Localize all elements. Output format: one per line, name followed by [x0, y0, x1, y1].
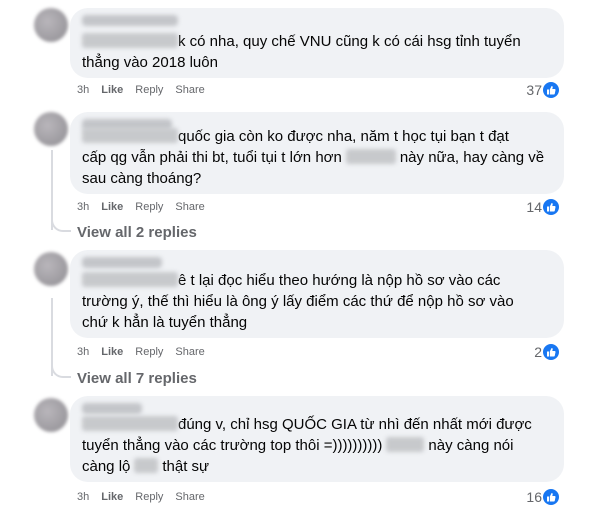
comment-actions: 3h Like Reply Share [77, 491, 217, 503]
reaction-count[interactable]: 37 [526, 82, 559, 98]
comment-bubble: quốc gia còn ko được nha, năm t học tụi … [70, 112, 564, 194]
like-button[interactable]: Like [101, 346, 123, 358]
timestamp[interactable]: 3h [77, 201, 89, 213]
reply-button[interactable]: Reply [135, 84, 163, 96]
avatar[interactable] [34, 252, 68, 286]
share-button[interactable]: Share [175, 491, 204, 503]
blurred-text [82, 33, 178, 48]
blurred-text [386, 437, 425, 452]
blurred-text [82, 416, 178, 431]
reaction-count[interactable]: 16 [526, 489, 559, 505]
comment-bubble: ê t lại đọc hiểu theo hướng là nộp hồ sơ… [70, 250, 564, 338]
author-name-blurred[interactable] [82, 403, 142, 414]
avatar[interactable] [34, 398, 68, 432]
author-name-blurred[interactable] [82, 257, 162, 268]
timestamp[interactable]: 3h [77, 491, 89, 503]
like-icon [543, 199, 559, 215]
like-button[interactable]: Like [101, 84, 123, 96]
share-button[interactable]: Share [175, 346, 204, 358]
blurred-text [82, 128, 178, 143]
thread-curve [51, 364, 71, 378]
like-button[interactable]: Like [101, 201, 123, 213]
blurred-text [82, 272, 178, 287]
reaction-count[interactable]: 14 [526, 199, 559, 215]
like-icon [543, 344, 559, 360]
reply-button[interactable]: Reply [135, 346, 163, 358]
comment-text: ê t lại đọc hiểu theo hướng là nộp hồ sơ… [82, 272, 514, 331]
timestamp[interactable]: 3h [77, 346, 89, 358]
thread-curve [51, 218, 71, 232]
like-icon [543, 489, 559, 505]
comment-actions: 3h Like Reply Share [77, 84, 217, 96]
comment-bubble: đúng v, chỉ hsg QUỐC GIA từ nhì đến nhất… [70, 396, 564, 482]
blurred-text [134, 458, 159, 473]
comment-text: đúng v, chỉ hsg QUỐC GIA từ nhì đến nhất… [82, 416, 532, 475]
comment-text: k có nha, quy chế VNU cũng k có cái hsg … [82, 33, 521, 71]
comment-bubble: k có nha, quy chế VNU cũng k có cái hsg … [70, 8, 564, 78]
share-button[interactable]: Share [175, 201, 204, 213]
view-replies-link[interactable]: View all 2 replies [77, 224, 197, 241]
like-icon [543, 82, 559, 98]
reply-button[interactable]: Reply [135, 201, 163, 213]
timestamp[interactable]: 3h [77, 84, 89, 96]
like-button[interactable]: Like [101, 491, 123, 503]
reply-button[interactable]: Reply [135, 491, 163, 503]
author-name-blurred[interactable] [82, 15, 178, 26]
avatar[interactable] [34, 112, 68, 146]
comment-actions: 3h Like Reply Share [77, 201, 217, 213]
blurred-text [345, 149, 396, 164]
comment-actions: 3h Like Reply Share [77, 346, 217, 358]
reaction-count[interactable]: 2 [534, 344, 559, 360]
view-replies-link[interactable]: View all 7 replies [77, 370, 197, 387]
comment-text: quốc gia còn ko được nha, năm t học tụi … [82, 128, 545, 187]
share-button[interactable]: Share [175, 84, 204, 96]
avatar[interactable] [34, 8, 68, 42]
